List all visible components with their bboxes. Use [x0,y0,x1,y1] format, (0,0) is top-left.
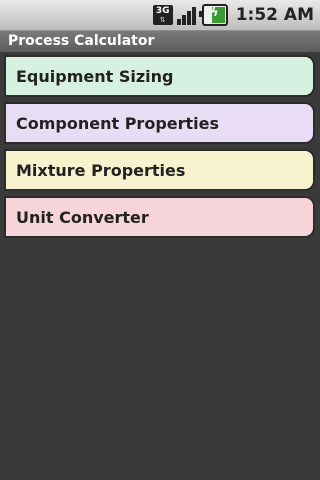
status-icons: 3G ⇅ ϟ 1:52 AM [152,0,320,30]
menu-item-label: Unit Converter [16,207,149,227]
main-menu: Equipment Sizing Component Properties Mi… [4,55,315,243]
signal-strength-icon [176,5,196,25]
status-bar: 3G ⇅ ϟ 1:52 AM [0,0,320,31]
status-clock: 1:52 AM [235,5,314,25]
menu-item-label: Equipment Sizing [16,66,174,86]
menu-item-mixture-properties[interactable]: Mixture Properties [4,149,315,191]
menu-item-component-properties[interactable]: Component Properties [4,102,315,144]
menu-item-unit-converter[interactable]: Unit Converter [4,196,315,238]
battery-charging-icon: ϟ [198,4,228,26]
network-type-icon: 3G ⇅ [152,5,173,25]
menu-item-equipment-sizing[interactable]: Equipment Sizing [4,55,315,97]
app-title: Process Calculator [8,33,155,49]
network-type-label: 3G [155,5,170,16]
menu-item-label: Mixture Properties [16,160,186,180]
menu-item-label: Component Properties [16,113,220,133]
app-title-bar: Process Calculator [0,31,320,52]
